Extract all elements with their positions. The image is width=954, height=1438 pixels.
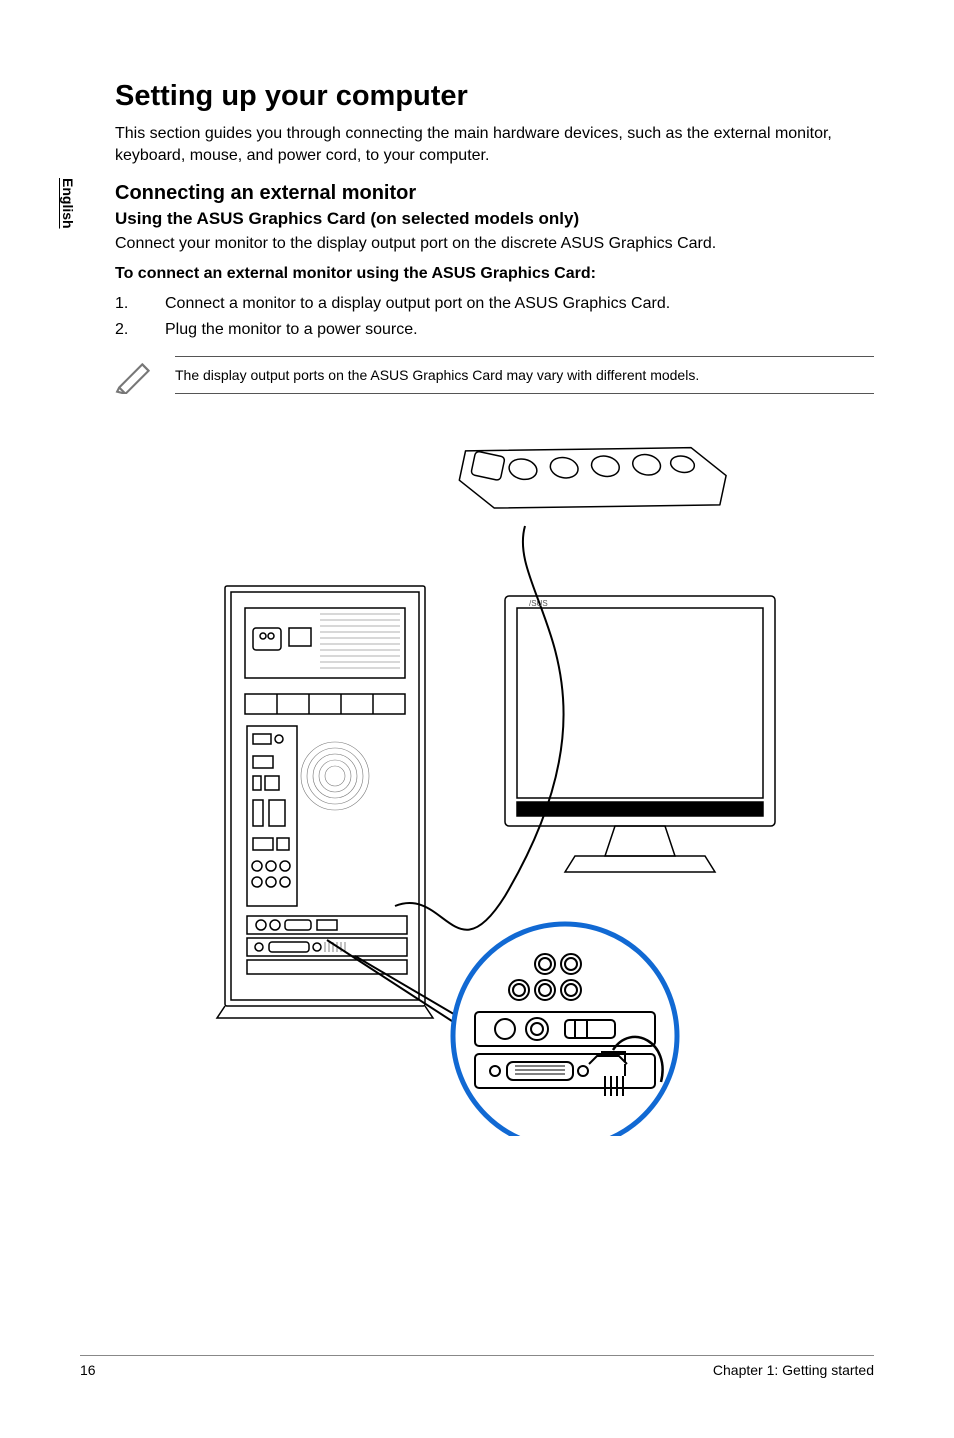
svg-text:/SUS: /SUS	[529, 599, 548, 608]
step-number: 2.	[115, 317, 135, 343]
body-paragraph: Connect your monitor to the display outp…	[115, 233, 874, 255]
steps-list: 1. Connect a monitor to a display output…	[115, 291, 874, 342]
intro-text: This section guides you through connecti…	[115, 123, 874, 168]
section-heading: Connecting an external monitor	[115, 182, 874, 205]
step-number: 1.	[115, 291, 135, 317]
note-text: The display output ports on the ASUS Gra…	[175, 357, 874, 393]
page-footer: 16 Chapter 1: Getting started	[80, 1355, 874, 1378]
language-tab: English	[60, 178, 76, 229]
pencil-icon	[115, 357, 157, 393]
manual-page: English Setting up your computer This se…	[0, 0, 954, 1438]
language-label: English	[60, 178, 76, 229]
chapter-label: Chapter 1: Getting started	[713, 1362, 874, 1378]
procedure-heading: To connect an external monitor using the…	[115, 265, 874, 283]
connection-diagram: /SUS	[115, 406, 874, 1146]
step-item: 2. Plug the monitor to a power source.	[115, 317, 874, 343]
step-text: Connect a monitor to a display output po…	[165, 291, 670, 317]
page-title: Setting up your computer	[115, 80, 874, 113]
note-callout: The display output ports on the ASUS Gra…	[115, 356, 874, 394]
page-number: 16	[80, 1362, 96, 1378]
note-body: The display output ports on the ASUS Gra…	[175, 356, 874, 394]
step-text: Plug the monitor to a power source.	[165, 317, 418, 343]
subsection-heading: Using the ASUS Graphics Card (on selecte…	[115, 209, 874, 229]
step-item: 1. Connect a monitor to a display output…	[115, 291, 874, 317]
